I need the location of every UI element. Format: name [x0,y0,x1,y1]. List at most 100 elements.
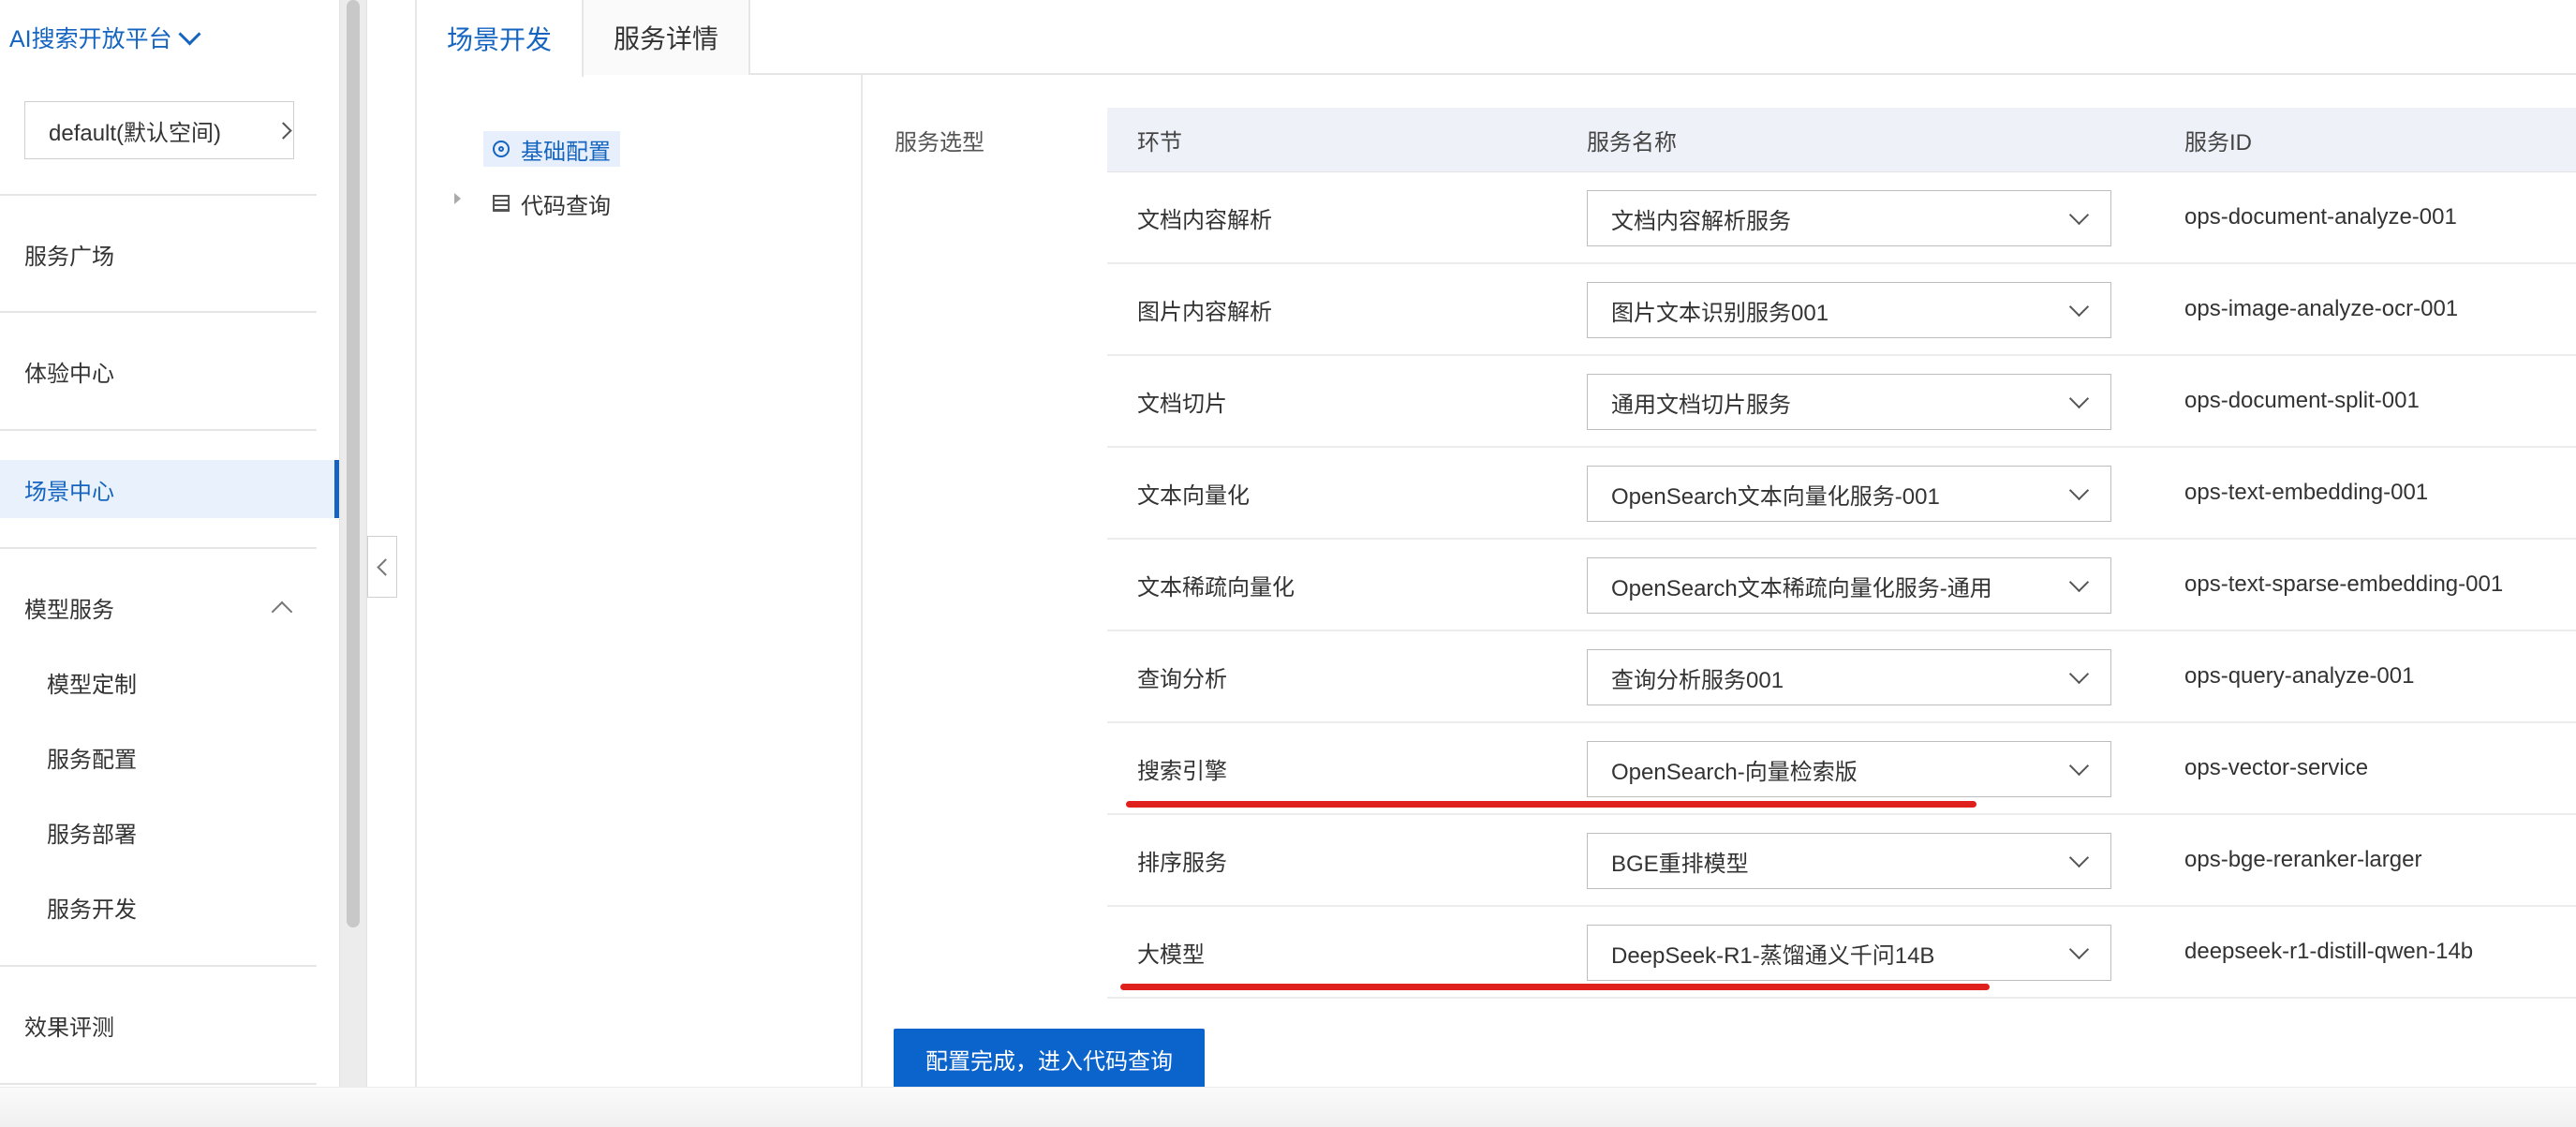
service-select[interactable]: 图片文本识别服务001 [1587,282,2111,338]
chevron-left-icon [376,557,394,576]
tab-service-details[interactable]: 服务详情 [584,0,750,75]
chevron-down-icon [2068,755,2090,777]
service-id-cell: ops-image-analyze-ocr-001 [2184,296,2459,321]
chevron-down-icon [2068,663,2090,685]
annotation-underline [1120,984,1990,990]
service-select-value: OpenSearch文本向量化服务-001 [1611,483,1940,510]
service-select-value: 文档内容解析服务 [1611,208,1791,234]
tab-scene-dev[interactable]: 场景开发 [417,0,584,77]
divider [0,311,317,313]
sidebar-item-service-square[interactable]: 服务广场 [0,225,339,283]
page-footer [0,1087,2576,1127]
stage-cell: 搜索引擎 [1137,758,1227,784]
platform-switcher[interactable]: AI搜索开放平台 [9,21,201,54]
sidebar-item-label: 体验中心 [24,361,114,387]
column-header-service-id: 服务ID [2184,129,2252,156]
caret-right-icon[interactable] [454,193,461,204]
stage-cell: 排序服务 [1137,850,1227,876]
tree-item-code-query[interactable]: 代码查询 [483,185,620,221]
chevron-down-icon [2068,847,2090,868]
platform-title: AI搜索开放平台 [9,26,172,52]
column-header-stage: 环节 [1137,129,1182,156]
stage-cell: 文档切片 [1137,391,1227,417]
chevron-down-icon [178,22,201,46]
table-row: 文档内容解析 文档内容解析服务 ops-document-analyze-001 [1107,172,2576,264]
tree-item-basic-config[interactable]: 基础配置 [483,131,620,167]
table-row: 图片内容解析 图片文本识别服务001 ops-image-analyze-ocr-0… [1107,264,2576,356]
tree-item-label: 代码查询 [521,193,611,219]
service-id-cell: ops-document-analyze-001 [2184,204,2457,230]
sidebar-item-evaluation[interactable]: 效果评测 [0,996,339,1054]
table-row: 文本向量化 OpenSearch文本向量化服务-001 ops-text-embed… [1107,448,2576,540]
sidebar-item-service-config[interactable]: 服务配置 [0,728,339,786]
service-id-cell: ops-text-embedding-001 [2184,480,2429,505]
service-select[interactable]: OpenSearch-向量检索版 [1587,741,2111,797]
table-row: 排序服务 BGE重排模型 ops-bge-reranker-larger [1107,815,2576,907]
chevron-down-icon [2068,204,2090,226]
service-select-value: OpenSearch-向量检索版 [1611,759,1858,785]
service-id-cell: deepseek-r1-distill-qwen-14b [2184,939,2474,964]
service-select[interactable]: OpenSearch文本向量化服务-001 [1587,466,2111,522]
stage-cell: 文本稀疏向量化 [1137,574,1295,601]
service-id-cell: ops-document-split-001 [2184,388,2420,413]
sidebar-scrollbar[interactable] [339,0,367,1126]
workspace-select[interactable]: default(默认空间) [24,101,294,159]
table-header: 环节 服务名称 服务ID [1107,108,2576,172]
sidebar-item-label: 服务部署 [47,822,137,848]
stage-cell: 图片内容解析 [1137,299,1272,325]
service-select[interactable]: BGE重排模型 [1587,833,2111,889]
sidebar-item-label: 服务广场 [24,244,114,270]
column-header-service-name: 服务名称 [1587,129,1677,156]
chevron-up-icon [271,601,293,623]
sidebar-group-model-service[interactable]: 模型服务 [0,578,339,636]
sidebar-item-service-deploy[interactable]: 服务部署 [0,803,339,861]
chevron-down-icon [2068,480,2090,501]
service-select[interactable]: 查询分析服务001 [1587,649,2111,705]
service-select[interactable]: 文档内容解析服务 [1587,190,2111,246]
sidebar-item-label: 模型服务 [24,597,114,623]
service-select[interactable]: 通用文档切片服务 [1587,374,2111,430]
service-select[interactable]: OpenSearch文本稀疏向量化服务-通用 [1587,557,2111,614]
service-id-cell: ops-text-sparse-embedding-001 [2184,571,2504,597]
service-selection-table: 环节 服务名称 服务ID 文档内容解析 文档内容解析服务 ops-document-… [1107,108,2576,999]
sidebar-collapse-button[interactable] [367,536,397,598]
divider [0,429,317,431]
sidebar-item-label: 场景中心 [24,479,114,505]
table-row: 查询分析 查询分析服务001 ops-query-analyze-001 [1107,631,2576,723]
service-select-value: 图片文本识别服务001 [1611,300,1829,326]
service-select-value: 通用文档切片服务 [1611,392,1791,418]
divider [0,965,317,967]
gear-icon [493,141,510,157]
chevron-down-icon [2068,296,2090,318]
table-row: 文本稀疏向量化 OpenSearch文本稀疏向量化服务-通用 ops-text-sp… [1107,540,2576,631]
stage-cell: 文本向量化 [1137,482,1250,509]
annotation-underline [1126,801,1976,808]
service-select[interactable]: DeepSeek-R1-蒸馏通义千问14B [1587,925,2111,981]
section-label: 服务选型 [895,130,985,156]
chevron-down-icon [2068,388,2090,409]
divider [0,194,317,196]
sidebar-item-model-customization[interactable]: 模型定制 [0,653,339,711]
service-id-cell: ops-bge-reranker-larger [2184,847,2422,872]
workspace-select-value: default(默认空间) [49,120,222,146]
chevron-down-icon [2068,571,2090,593]
service-id-cell: ops-vector-service [2184,755,2369,780]
sidebar-item-label: 模型定制 [47,672,137,698]
service-select-value: BGE重排模型 [1611,851,1749,877]
divider [0,547,317,549]
service-select-value: OpenSearch文本稀疏向量化服务-通用 [1611,575,1992,601]
service-id-cell: ops-query-analyze-001 [2184,663,2415,689]
scrollbar-thumb[interactable] [347,0,360,927]
config-tree: 基础配置 代码查询 [417,75,863,1087]
finish-config-button[interactable]: 配置完成，进入代码查询 [894,1029,1205,1089]
sidebar-item-scene-center[interactable]: 场景中心 [0,460,339,518]
sidebar-item-service-dev[interactable]: 服务开发 [0,878,339,936]
service-select-value: DeepSeek-R1-蒸馏通义千问14B [1611,942,1935,969]
sidebar-item-label: 服务配置 [47,747,137,773]
sidebar-item-experience-center[interactable]: 体验中心 [0,342,339,400]
sidebar: AI搜索开放平台 default(默认空间) 服务广场 体验中心 场景中心 模型… [0,0,339,1126]
sidebar-item-label: 效果评测 [24,1015,114,1041]
code-file-icon [493,195,510,212]
tab-label: 场景开发 [446,25,552,54]
chevron-down-icon [274,122,292,140]
